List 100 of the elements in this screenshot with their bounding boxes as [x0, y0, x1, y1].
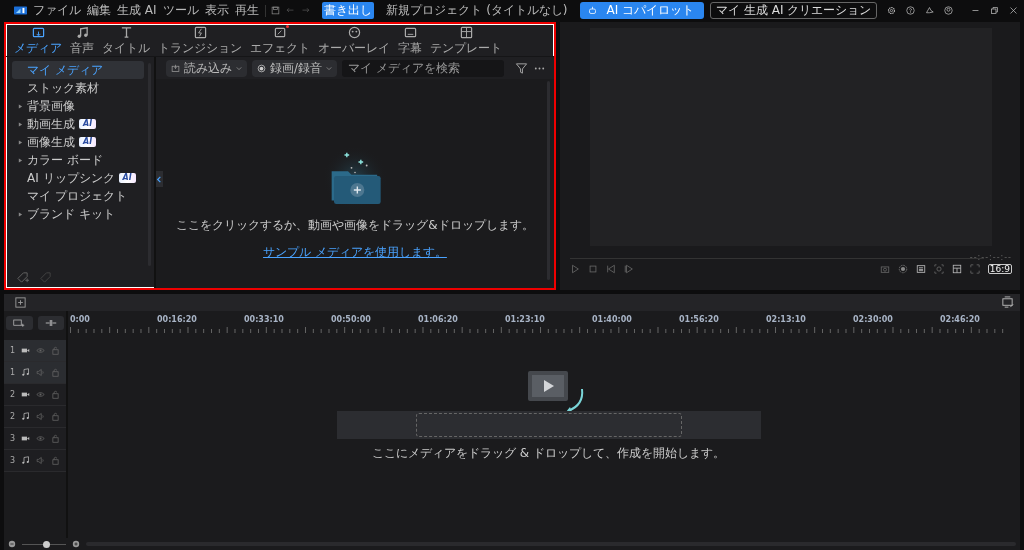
zoom-out-icon[interactable]	[8, 540, 16, 548]
ruler-time-label: 00:16:20	[157, 315, 198, 324]
lock-icon[interactable]	[51, 456, 60, 465]
track-header[interactable]: 3	[4, 450, 66, 472]
music-note-icon	[21, 456, 30, 465]
sidebar-item[interactable]: 画像生成 AI	[12, 133, 144, 151]
play-icon[interactable]	[570, 264, 580, 274]
next-frame-icon[interactable]	[624, 264, 634, 274]
camera-icon[interactable]	[879, 264, 890, 274]
sidebar-item[interactable]: マイ メディア	[12, 61, 144, 79]
music-note-icon	[75, 26, 89, 39]
zoom-in-icon[interactable]	[72, 540, 80, 548]
track-header[interactable]: 2	[4, 406, 66, 428]
sidebar-item[interactable]: 動画生成 AI	[12, 115, 144, 133]
empty-state-message: ここをクリックするか、動画や画像をドラッグ&ドロップします。	[176, 217, 534, 234]
media-tab[interactable]: エフェクト	[246, 24, 314, 56]
previous-frame-icon[interactable]	[606, 264, 616, 274]
sample-media-link[interactable]: サンプル メディアを使用します。	[263, 244, 447, 261]
ruler-time-label: 00:33:10	[244, 315, 285, 324]
menu-item[interactable]: 再生	[234, 2, 259, 19]
sidebar-item[interactable]: AI リップシンク AI	[12, 169, 144, 187]
media-tab[interactable]: トランジション	[154, 24, 246, 56]
layout-icon[interactable]	[951, 264, 962, 274]
stop-icon[interactable]	[588, 264, 598, 274]
ai-copilot-button[interactable]: AI コパイロット	[579, 2, 705, 19]
expand-arrow-icon[interactable]	[18, 103, 23, 109]
ai-badge: AI	[79, 137, 97, 147]
app-logo-icon	[14, 5, 28, 16]
media-icon	[31, 26, 45, 39]
sidebar-label: マイ メディア	[27, 61, 103, 79]
chevron-down-icon	[235, 65, 242, 71]
export-button[interactable]: 書き出し	[322, 2, 375, 19]
menu-item[interactable]: 生成 AI	[117, 2, 157, 19]
lock-icon[interactable]	[51, 412, 60, 421]
list-icon[interactable]	[915, 264, 926, 274]
expand-arrow-icon[interactable]	[18, 157, 23, 163]
menu-item[interactable]: ファイル	[33, 2, 82, 19]
ruler-time-label: 01:56:20	[679, 315, 720, 324]
add-media-track-button[interactable]	[6, 316, 33, 330]
menu-item[interactable]: ツール	[162, 2, 199, 19]
snap-icon	[44, 319, 57, 327]
filter-icon[interactable]	[515, 61, 528, 75]
help-icon[interactable]	[906, 5, 916, 16]
media-tab[interactable]: オーバーレイ	[314, 24, 394, 56]
music-note-icon	[21, 368, 30, 377]
import-icon	[170, 63, 180, 73]
expand-arrow-icon[interactable]	[18, 139, 23, 145]
media-tab[interactable]: テンプレート	[426, 24, 506, 56]
sidebar-label: AI リップシンク	[27, 169, 115, 187]
import-button[interactable]: 読み込み	[165, 59, 247, 77]
track-header[interactable]: 2	[4, 384, 66, 406]
restore-icon[interactable]	[990, 5, 1000, 16]
track-number: 3	[10, 434, 15, 443]
track-number: 3	[10, 456, 15, 465]
ai-creations-button[interactable]: マイ 生成 AI クリエーション	[710, 2, 878, 19]
track-header[interactable]: 3	[4, 428, 66, 450]
ruler-time-label: 01:06:20	[418, 315, 459, 324]
add-tag-icon[interactable]	[16, 271, 29, 284]
zoom-slider-thumb[interactable]	[43, 540, 51, 548]
robot-icon	[587, 6, 597, 15]
media-tab[interactable]: メディア	[10, 24, 66, 56]
sidebar-item[interactable]: カラー ボード	[12, 151, 144, 169]
menu-item[interactable]: 表示	[204, 2, 229, 19]
sidebar-item[interactable]: 背景画像	[12, 97, 144, 115]
record-icon	[256, 63, 266, 73]
snap-button[interactable]	[37, 316, 64, 330]
zoom-icon[interactable]	[933, 264, 944, 274]
settings-icon[interactable]	[887, 5, 897, 16]
video-camera-icon	[21, 390, 30, 399]
media-tab[interactable]: 音声	[66, 24, 98, 56]
chevron-down-icon	[326, 65, 332, 71]
expand-arrow-icon[interactable]	[18, 211, 23, 217]
lock-icon[interactable]	[51, 434, 60, 443]
ai-badge: AI	[118, 173, 136, 183]
drop-zone[interactable]	[336, 411, 761, 439]
media-tab[interactable]: 字幕	[394, 24, 426, 56]
transition-icon	[193, 26, 207, 39]
aspect-ratio-button[interactable]: 16:9	[987, 264, 1012, 274]
ruler-time-label: 01:23:10	[505, 315, 546, 324]
expand-arrow-icon[interactable]	[18, 121, 23, 127]
record-button[interactable]: 録画/録音	[251, 59, 337, 77]
search-field[interactable]: マイ メディアを検索	[342, 59, 504, 77]
media-tab[interactable]: タイトル	[98, 24, 154, 56]
sidebar-item[interactable]: マイ プロジェクト	[12, 187, 144, 205]
sidebar-item[interactable]: ストック素材	[12, 79, 144, 97]
speaker-icon[interactable]	[36, 456, 45, 465]
menu-item[interactable]: 編集	[87, 2, 112, 19]
lock-icon[interactable]	[51, 390, 60, 399]
save-icon[interactable]	[271, 5, 281, 16]
ai-badge: AI	[79, 119, 97, 129]
record-icon[interactable]	[897, 264, 908, 274]
text-t-icon	[119, 26, 133, 39]
account-icon[interactable]	[944, 5, 954, 16]
notification-dot	[285, 25, 289, 28]
project-title: 新規プロジェクト (タイトルなし)	[386, 2, 568, 19]
speaker-icon[interactable]	[36, 412, 45, 421]
sidebar-item[interactable]: ブランド キット	[12, 205, 144, 223]
overlay-icon	[347, 26, 361, 39]
collapse-panel-button[interactable]	[155, 171, 163, 187]
close-icon[interactable]	[1009, 5, 1018, 16]
